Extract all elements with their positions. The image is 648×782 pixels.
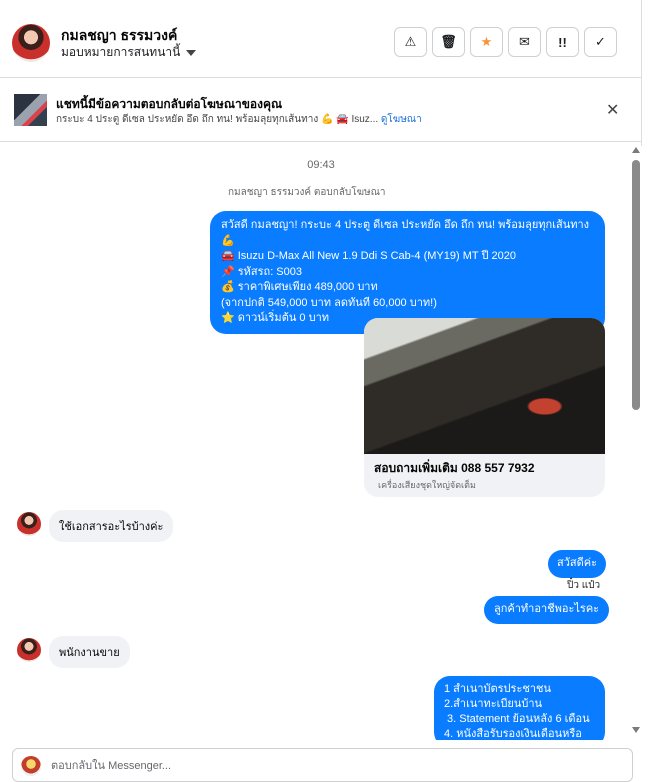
doc-list-line: 2.สำเนาทะเบียนบ้าน [444,698,543,710]
warning-button[interactable]: ⚠ [394,27,427,57]
outgoing-message[interactable]: 1 สำเนาบัตรประชาชน 2.สำเนาทะเบียนบ้าน 3.… [434,676,605,740]
chevron-down-icon [186,49,197,56]
message-thread: 09:43 กมลชญา ธรรมวงค์ ตอบกลับโฆษณา สวัสด… [0,142,642,740]
sender-name: ปิ๋ว แป๋ว [567,580,601,591]
scroll-down-arrow-icon[interactable] [632,727,640,733]
outgoing-message[interactable]: ลูกค้าทำอาชีพอะไรคะ [484,596,610,624]
ad-message-line: 🚘 Isuzu D-Max All New 1.9 Ddi S Cab-4 (M… [221,250,516,262]
incoming-message[interactable]: พนักงานขาย [49,636,130,668]
ad-image-card[interactable]: สอบถามเพิ่มเติม 088 557 7932 เครื่องเสีย… [364,318,605,497]
avatar[interactable] [17,512,41,536]
doc-list-line: 3. Statement ย้อนหลัง 6 เดือน [444,713,590,725]
conversation-header: กมลชญา ธรรมวงค์ มอบหมายการสนทนานี้ ⚠ 🗑 ★… [0,8,642,78]
car-interior-photo[interactable] [364,318,605,454]
ad-message-line: 📌 รหัสรถ: S003 [221,265,302,278]
assign-conversation-dropdown[interactable]: มอบหมายการสนทนานี้ [61,43,197,62]
assign-label: มอบหมายการสนทนานี้ [61,45,181,59]
mark-unread-icon: ✉ [519,34,530,49]
view-ad-link[interactable]: ดูโฆษณา [381,114,422,125]
reply-composer [12,748,633,782]
contact-avatar[interactable] [12,24,50,62]
ad-message-line: 💰 ราคาพิเศษเพียง 489,000 บาท [221,281,378,293]
mark-done-button[interactable]: ✓ [584,27,617,57]
follow-up-button[interactable]: !! [546,27,579,57]
top-edge [0,0,642,8]
ad-reply-banner: แชทนี้มีข้อความตอบกลับต่อโฆษณาของคุณ กระ… [0,78,642,142]
trash-icon: 🗑 [440,34,457,49]
banner-ad-text: กระบะ 4 ประตู ดีเซล ประหยัด อึด ถึก ทน! … [56,114,379,125]
card-title: สอบถามเพิ่มเติม 088 557 7932 [374,461,535,475]
outgoing-message[interactable]: สวัสดีค่ะ [548,550,607,578]
warning-icon: ⚠ [404,34,417,49]
ad-thumbnail[interactable] [14,94,47,126]
star-icon: ★ [480,34,493,49]
incoming-message[interactable]: ใช้เอกสารอะไรบ้างค่ะ [49,510,174,542]
ad-message-line: สวัสดี กมลชญา! กระบะ 4 ประตู ดีเซล ประหย… [221,219,590,247]
ad-message-line: (จากปกติ 549,000 บาท ลดทันที 60,000 บาท!… [221,296,437,309]
delete-button[interactable]: 🗑 [432,27,465,57]
doc-list-line: 4. หนังสือรับรองเงินเดือนหรือ [444,728,582,740]
card-subtitle: เครื่องเสียงชุดใหญ่จัดเต็ม [378,480,476,490]
message-input[interactable] [51,756,611,776]
scroll-up-arrow-icon[interactable] [632,147,640,153]
ad-reply-note: กมลชญา ธรรมวงค์ ตอบกลับโฆษณา [228,187,386,198]
avatar[interactable] [17,638,41,662]
close-icon[interactable]: ✕ [606,100,619,120]
follow-up-icon: !! [558,34,567,50]
scrollbar-thumb[interactable] [632,160,640,410]
banner-subtitle: กระบะ 4 ประตู ดีเซล ประหยัด อึด ถึก ทน! … [56,112,422,127]
timestamp: 09:43 [307,159,335,171]
ad-message-bubble[interactable]: สวัสดี กมลชญา! กระบะ 4 ประตู ดีเซล ประหย… [210,211,605,334]
done-check-icon: ✓ [595,34,606,49]
header-actions: ⚠ 🗑 ★ ✉ !! ✓ [394,27,617,57]
star-button[interactable]: ★ [470,27,503,57]
mark-unread-button[interactable]: ✉ [508,27,541,57]
page-avatar [21,756,41,776]
doc-list-line: 1 สำเนาบัตรประชาชน [444,683,551,695]
